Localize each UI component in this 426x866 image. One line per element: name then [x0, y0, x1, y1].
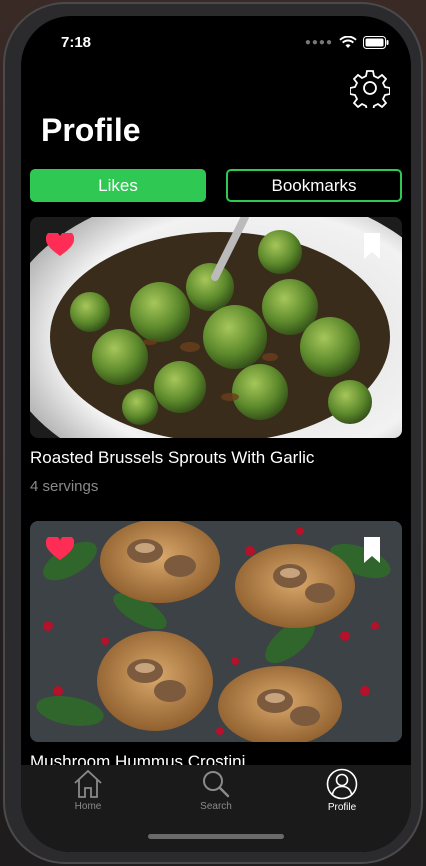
magnifier-icon — [203, 771, 230, 798]
recipe-servings: 4 servings — [30, 478, 99, 495]
tab-search[interactable]: Search — [166, 765, 266, 825]
signal-dots-icon: ●●●● — [304, 37, 333, 48]
bookmark-icon[interactable] — [364, 537, 380, 563]
bookmarks-tab[interactable]: Bookmarks — [226, 169, 402, 202]
tab-profile[interactable]: Profile — [292, 765, 392, 825]
tab-profile-label: Profile — [327, 802, 357, 813]
house-icon — [74, 769, 102, 798]
tab-home-label: Home — [74, 801, 102, 812]
tab-search-label: Search — [200, 801, 232, 812]
home-indicator — [148, 834, 284, 839]
recipe-image-mushroom-crostini[interactable] — [30, 521, 402, 742]
device-frame: 7:18 ●●●● Profile Likes Bookmarks Roaste… — [3, 2, 423, 864]
settings-gear-icon[interactable] — [350, 68, 390, 108]
brussels-sprouts-photo — [30, 217, 402, 438]
heart-icon[interactable] — [46, 537, 74, 561]
likes-tab[interactable]: Likes — [30, 169, 206, 202]
battery-icon — [363, 36, 389, 49]
bookmark-icon[interactable] — [364, 233, 380, 259]
person-circle-icon — [326, 768, 358, 800]
screen: 7:18 ●●●● Profile Likes Bookmarks Roaste… — [21, 16, 411, 852]
recipe-title[interactable]: Roasted Brussels Sprouts With Garlic — [30, 448, 314, 468]
recipe-image-brussels-sprouts[interactable] — [30, 217, 402, 438]
page-title: Profile — [41, 112, 141, 148]
mushroom-crostini-photo — [30, 521, 402, 742]
tab-home[interactable]: Home — [38, 765, 138, 825]
wifi-icon — [339, 36, 357, 48]
heart-icon[interactable] — [46, 233, 74, 257]
status-time: 7:18 — [61, 34, 92, 51]
status-icons: ●●●● — [305, 36, 389, 49]
